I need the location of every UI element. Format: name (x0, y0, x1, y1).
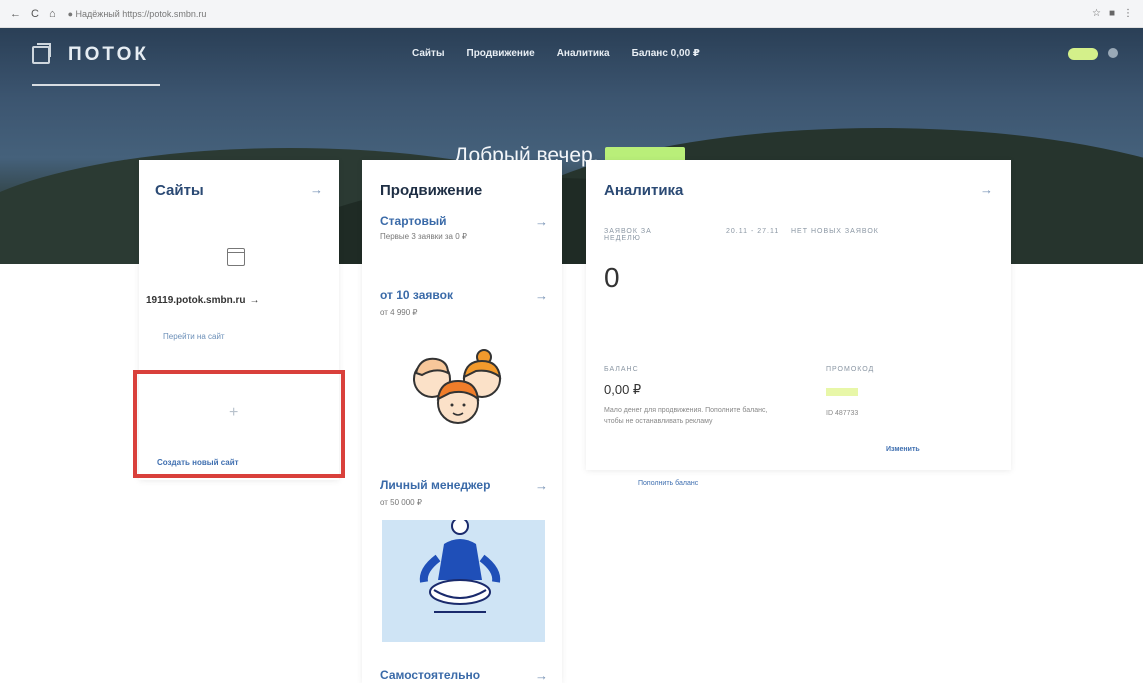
leads-label: Заявок за неделю (604, 228, 652, 242)
promotion-card: Продвижение Стартовый → Первые 3 заявки … (362, 160, 562, 683)
reload-icon[interactable]: C (31, 8, 39, 20)
account-id: ID 487733 (826, 410, 859, 417)
arrow-right-icon: → (535, 478, 548, 493)
analytics-card: Аналитика → Заявок за неделю 20.11 - 27.… (586, 160, 1011, 487)
promo-item-name: от 10 заявок (380, 288, 453, 302)
promo-item-10-leads[interactable]: от 10 заявок → (380, 288, 548, 303)
sites-title: Сайты (155, 182, 204, 199)
people-illustration (413, 349, 502, 424)
create-site-link[interactable]: Создать новый сайт (157, 458, 239, 467)
back-icon[interactable]: ← (10, 8, 21, 20)
logo-underline (32, 84, 160, 86)
balance-value: 0,00 ₽ (604, 382, 642, 397)
promotion-title: Продвижение (380, 182, 483, 199)
promo-item-sub: от 4 990 ₽ (380, 308, 418, 317)
no-new-leads: Нет новых заявок (791, 228, 879, 235)
promo-code-redacted (826, 388, 858, 396)
extension-icon[interactable]: ■ (1109, 8, 1115, 19)
figure-body (438, 539, 482, 580)
address-bar[interactable]: ● Надёжный https://potok.smbn.ru (68, 9, 207, 19)
meditation-figure (419, 517, 501, 613)
open-site-link[interactable]: Перейти на сайт (163, 332, 225, 341)
logo-icon (32, 43, 51, 64)
arrow-right-icon[interactable]: → (310, 182, 323, 199)
topup-link[interactable]: Пополнить баланс (638, 480, 698, 487)
user-name-redacted[interactable] (1068, 48, 1098, 60)
browser-nav: ← C ⌂ (10, 8, 56, 20)
home-icon[interactable]: ⌂ (49, 8, 56, 20)
nav-sites[interactable]: Сайты (412, 48, 445, 59)
browser-actions: ☆ ■ ⋮ (1092, 8, 1133, 19)
balance-description: Мало денег для продвижения. Пополните ба… (604, 407, 768, 425)
plus-icon[interactable]: + (229, 404, 238, 422)
promo-item-starter[interactable]: Стартовый → (380, 214, 548, 229)
promo-item-name: Самостоятельно (380, 668, 481, 682)
promo-item-self[interactable]: Самостоятельно → (380, 668, 548, 683)
promo-item-manager[interactable]: Личный менеджер → (380, 478, 548, 493)
leads-count: 0 (604, 262, 620, 293)
logo[interactable]: ПОТОК (32, 43, 149, 66)
arrow-right-icon: → (535, 288, 548, 303)
promo-item-name: Личный менеджер (380, 478, 491, 492)
balance-label: Баланс (604, 366, 639, 373)
arrow-right-icon: → (535, 668, 548, 683)
meditation-illustration (382, 517, 545, 642)
promo-code-label: Промокод (826, 366, 875, 373)
arrow-right-icon: → (535, 214, 548, 229)
star-icon[interactable]: ☆ (1092, 8, 1101, 19)
date-range: 20.11 - 27.11 (726, 228, 780, 235)
menu-icon[interactable]: ⋮ (1123, 8, 1133, 19)
promo-item-name: Стартовый (380, 214, 447, 228)
eye (462, 403, 466, 407)
analytics-title: Аналитика (604, 182, 684, 199)
nav-promotion[interactable]: Продвижение (467, 48, 535, 59)
promo-item-sub: от 50 000 ₽ (380, 498, 422, 507)
nav-analytics[interactable]: Аналитика (557, 48, 610, 59)
avatar[interactable] (1108, 48, 1118, 58)
promo-item-sub: Первые 3 заявки за 0 ₽ (380, 232, 467, 241)
browser-toolbar: ← C ⌂ ● Надёжный https://potok.smbn.ru ☆… (0, 0, 1143, 28)
logo-text: ПОТОК (68, 44, 149, 65)
sites-card: Сайты → 19119.potok.smbn.ru → Перейти на… (133, 160, 345, 480)
site-window-icon (227, 248, 245, 266)
change-link[interactable]: Изменить (886, 446, 920, 453)
top-nav: Сайты Продвижение Аналитика Баланс 0,00 … (412, 48, 700, 59)
sites-header[interactable]: Сайты → (155, 182, 323, 199)
site-domain: 19119.potok.smbn.ru (146, 295, 246, 306)
create-site-highlight[interactable]: + Создать новый сайт (133, 370, 345, 478)
figure-head (451, 517, 469, 535)
site-domain-link[interactable]: 19119.potok.smbn.ru → (146, 295, 259, 306)
eye (450, 403, 454, 407)
nav-balance[interactable]: Баланс 0,00 ₽ (632, 48, 700, 59)
arrow-right-icon: → (249, 295, 260, 306)
analytics-header[interactable]: Аналитика → (604, 182, 993, 199)
arrow-right-icon[interactable]: → (980, 182, 993, 199)
